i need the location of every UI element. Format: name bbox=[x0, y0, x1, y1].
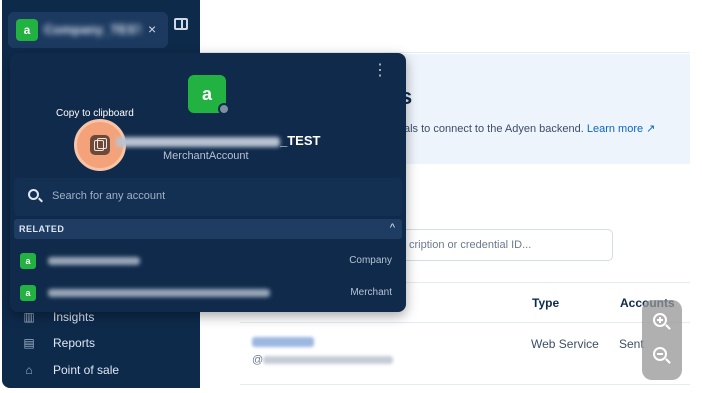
learn-more-link[interactable]: Learn more ↗ bbox=[587, 123, 656, 135]
user-email: @ bbox=[252, 354, 394, 366]
account-search[interactable] bbox=[14, 178, 402, 216]
zoom-out-icon[interactable] bbox=[652, 346, 672, 366]
close-icon[interactable]: × bbox=[148, 21, 156, 37]
banner-description: als to connect to the Adyen backend. Lea… bbox=[404, 123, 656, 135]
zoom-in-icon[interactable] bbox=[652, 312, 672, 332]
company-logo-icon: a bbox=[20, 253, 36, 269]
related-account-row[interactable]: a Merchant bbox=[14, 279, 402, 307]
row-type: Web Service bbox=[531, 337, 599, 351]
search-icon bbox=[28, 189, 39, 200]
divider bbox=[240, 384, 690, 385]
sidebar-item-reports[interactable]: ▤ Reports bbox=[22, 333, 95, 353]
account-type: MerchantAccount bbox=[163, 150, 249, 162]
more-options-icon[interactable]: ⋮ bbox=[372, 63, 388, 79]
related-account-name bbox=[48, 289, 270, 297]
store-icon: ⌂ bbox=[25, 363, 33, 377]
account-search-input[interactable] bbox=[52, 190, 372, 202]
status-badge bbox=[218, 103, 230, 115]
account-switcher[interactable]: a Company_TEST × bbox=[8, 12, 168, 48]
related-account-type: Company bbox=[349, 255, 392, 266]
column-header-type[interactable]: Type bbox=[532, 296, 559, 310]
credential-search-input[interactable]: cription or credential ID... bbox=[396, 229, 613, 261]
chevron-up-icon[interactable]: ^ bbox=[390, 222, 395, 234]
copy-icon bbox=[90, 135, 110, 155]
related-account-type: Merchant bbox=[350, 287, 392, 298]
copy-tooltip: Copy to clipboard bbox=[56, 108, 134, 119]
account-name: _TEST bbox=[116, 133, 320, 148]
related-account-name bbox=[48, 257, 140, 265]
row-accounts: Sent bbox=[619, 337, 644, 351]
user-link[interactable] bbox=[252, 337, 314, 347]
account-logo-icon: a bbox=[16, 19, 38, 41]
bar-chart-icon: ▥ bbox=[23, 310, 35, 324]
sidebar-item-label: Reports bbox=[53, 336, 96, 350]
sidebar-collapse-icon[interactable] bbox=[174, 18, 188, 30]
account-dropdown: ⋮ a Copy to clipboard _TEST MerchantAcco… bbox=[10, 53, 406, 312]
merchant-logo-icon: a bbox=[20, 285, 36, 301]
related-section-header[interactable]: RELATED ^ bbox=[14, 219, 402, 239]
related-account-row[interactable]: a Company bbox=[14, 247, 402, 275]
document-icon: ▤ bbox=[23, 336, 35, 350]
divider bbox=[240, 322, 690, 323]
related-label: RELATED bbox=[19, 224, 65, 234]
sidebar-item-point-of-sale[interactable]: ⌂ Point of sale bbox=[22, 360, 119, 380]
sidebar-item-label: Point of sale bbox=[53, 363, 120, 377]
account-name: Company_TEST bbox=[44, 22, 140, 37]
zoom-controls bbox=[642, 300, 682, 380]
sidebar-item-label: Insights bbox=[53, 310, 95, 324]
